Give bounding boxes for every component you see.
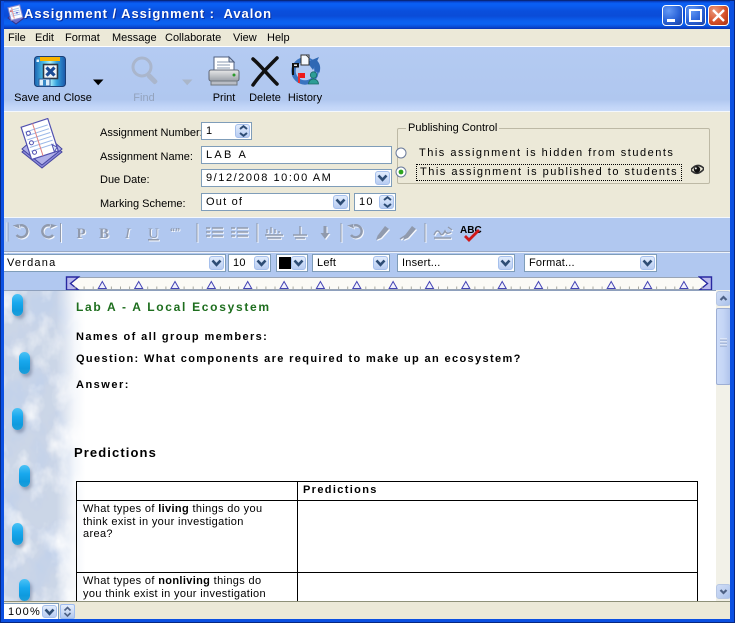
svg-text:“”: “” [170,227,180,238]
svg-text:U: U [148,226,159,242]
svg-text:P: P [77,226,86,242]
svg-text:B: B [99,226,109,242]
svg-text:I: I [124,226,131,242]
